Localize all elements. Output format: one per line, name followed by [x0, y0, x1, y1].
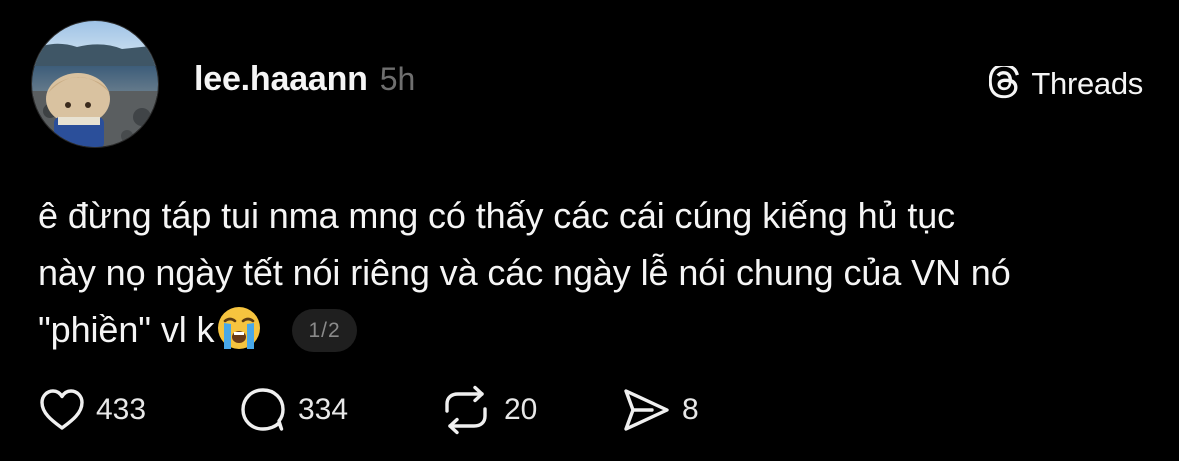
post-text-line: này nọ ngày tết nói riêng và các ngày lễ… [38, 252, 1011, 293]
threads-logo-icon [989, 66, 1020, 99]
post-text: ê đừng táp tui nma mng có thấy các cái c… [38, 187, 1158, 358]
username[interactable]: lee.haaann [194, 60, 368, 99]
avatar-photo [32, 21, 158, 147]
page-indicator[interactable]: 1/2 [292, 309, 357, 352]
threads-label: Threads [1031, 66, 1143, 101]
post-text-line: "phiền" vl k [38, 309, 215, 350]
post-text-line: ê đừng táp tui nma mng có thấy các cái c… [38, 195, 956, 236]
share-button[interactable]: 8 [620, 386, 699, 434]
like-count: 433 [96, 393, 147, 426]
post-text-last-line: "phiền" vl k 1/2 [38, 301, 1158, 358]
post-header: lee.haaann 5h [194, 60, 415, 99]
avatar[interactable] [31, 20, 159, 148]
repost-button[interactable]: 20 [438, 385, 620, 435]
comment-bubble-icon [241, 388, 285, 431]
repost-icon [445, 385, 487, 435]
like-button[interactable]: 433 [38, 387, 238, 433]
post-actions: 433 334 20 8 [38, 385, 699, 435]
repost-count: 20 [504, 393, 538, 426]
share-count: 8 [682, 393, 699, 426]
post-timestamp: 5h [379, 61, 416, 97]
heart-icon [40, 389, 84, 430]
loudly-crying-face-icon [218, 307, 261, 349]
comment-count: 334 [298, 393, 349, 426]
send-icon [624, 389, 669, 431]
threads-badge: Threads [989, 66, 1143, 102]
comment-button[interactable]: 334 [238, 386, 438, 434]
